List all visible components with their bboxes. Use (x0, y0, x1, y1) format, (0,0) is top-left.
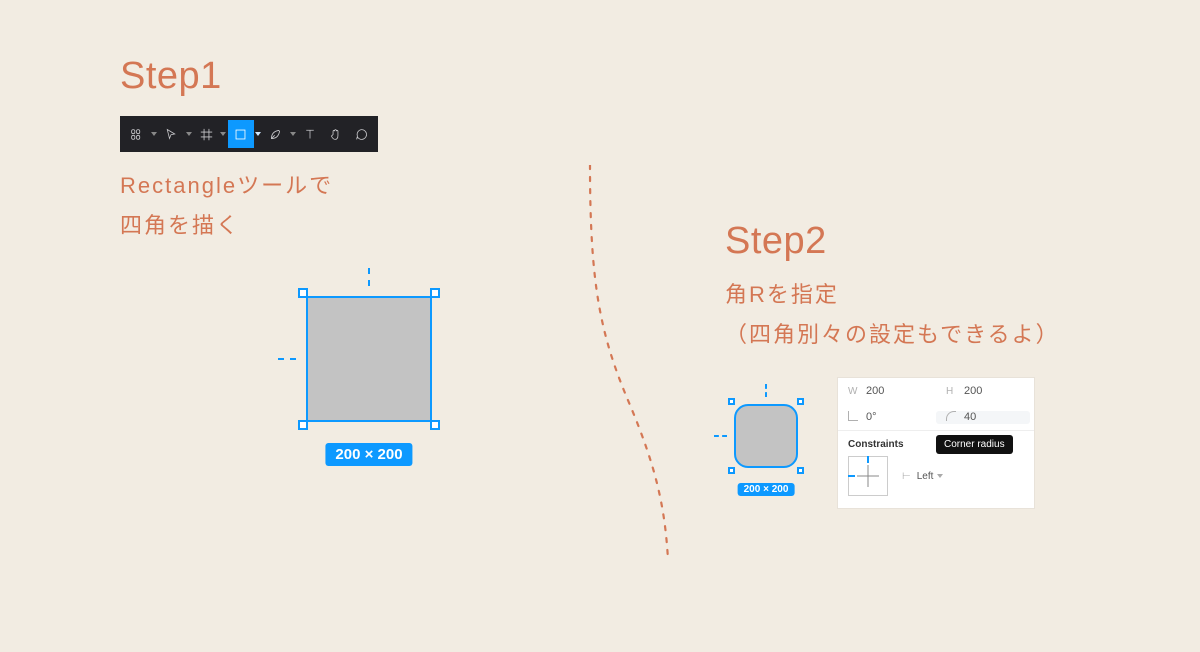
chevron-down-icon[interactable] (254, 120, 263, 148)
constraint-value: Left (917, 471, 944, 482)
step1-desc-line2: 四角を描く (120, 206, 378, 246)
guide-line (714, 435, 727, 437)
divider-curve (480, 165, 700, 565)
step1-description: Rectangleツールで 四角を描く (120, 166, 378, 245)
frame-icon[interactable] (193, 120, 219, 148)
dimension-badge: 200 × 200 (325, 443, 412, 466)
resize-handle[interactable] (298, 420, 308, 430)
resize-handle[interactable] (728, 398, 735, 405)
width-value: 200 (866, 385, 884, 397)
comment-icon[interactable] (348, 120, 374, 148)
step1-block: Step1 Rectangleツールで 四角を描く (120, 55, 378, 245)
chevron-down-icon[interactable] (150, 120, 159, 148)
move-icon[interactable] (159, 120, 185, 148)
step1-title: Step1 (120, 55, 378, 98)
radius-icon (946, 411, 958, 424)
step2-desc-line2: （四角別々の設定もできるよ） (725, 315, 1060, 355)
corner-radius-field[interactable]: 40 Corner radius (936, 411, 1030, 424)
resize-handle[interactable] (298, 288, 308, 298)
rotation-value: 0° (866, 411, 877, 423)
width-field[interactable]: W 200 (838, 385, 936, 397)
step2-desc-line1: 角Rを指定 (725, 275, 1060, 315)
height-value: 200 (964, 385, 982, 397)
step2-description: 角Rを指定 （四角別々の設定もできるよ） (725, 275, 1060, 354)
rotation-field[interactable]: 0° (838, 411, 932, 424)
dimension-badge: 200 × 200 (738, 483, 795, 496)
step1-desc-line1: Rectangleツールで (120, 166, 378, 206)
guide-line (765, 384, 767, 397)
angle-icon (848, 411, 860, 424)
resize-handle[interactable] (797, 467, 804, 474)
height-field[interactable]: H 200 (936, 385, 1034, 397)
properties-panel: W 200 H 200 0° 40 Corner radius Constrai… (838, 378, 1034, 508)
canvas-rectangle-small[interactable]: 200 × 200 (730, 400, 802, 472)
height-label: H (946, 386, 958, 397)
text-icon[interactable] (297, 120, 323, 148)
constraint-axis-icon: ⊢ (902, 471, 911, 482)
chevron-down-icon[interactable] (288, 120, 297, 148)
resize-handle[interactable] (430, 288, 440, 298)
resize-handle[interactable] (430, 420, 440, 430)
guide-line (278, 358, 296, 360)
step2-block: Step2 角Rを指定 （四角別々の設定もできるよ） (725, 220, 1060, 354)
rounded-rectangle-shape[interactable] (734, 404, 798, 468)
step2-title: Step2 (725, 220, 1060, 263)
constraint-select[interactable]: ⊢ Left (902, 471, 943, 482)
resize-handle[interactable] (728, 467, 735, 474)
hand-icon[interactable] (323, 120, 349, 148)
guide-line (368, 268, 370, 286)
pen-icon[interactable] (263, 120, 289, 148)
chevron-down-icon[interactable] (184, 120, 193, 148)
constraints-diagram[interactable] (848, 456, 888, 496)
rectangle-shape[interactable] (306, 296, 432, 422)
figma-toolbar (120, 116, 378, 152)
corner-radius-value: 40 (964, 411, 976, 423)
width-label: W (848, 386, 860, 397)
rectangle-icon[interactable] (228, 120, 254, 148)
resize-handle[interactable] (797, 398, 804, 405)
chevron-down-icon[interactable] (219, 120, 228, 148)
menu-icon[interactable] (124, 120, 150, 148)
canvas-rectangle-large[interactable]: 200 × 200 (300, 290, 438, 428)
corner-radius-tooltip: Corner radius (936, 435, 1013, 454)
